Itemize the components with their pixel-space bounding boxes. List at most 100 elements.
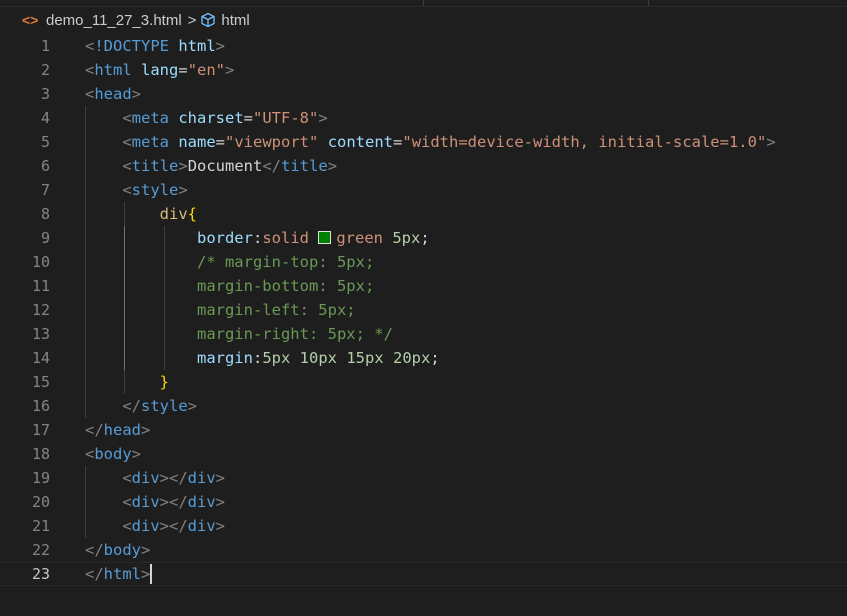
code-line[interactable]: 23 </html> <box>0 562 847 586</box>
code-text: <head> <box>85 82 141 106</box>
code-line[interactable]: 2 <html lang="en"> <box>0 58 847 82</box>
symbol-element-icon[interactable] <box>200 11 218 29</box>
indent-guide <box>85 178 86 202</box>
code-text: <div></div> <box>85 490 225 514</box>
code-line[interactable]: 13 margin-right: 5px; */ <box>0 322 847 346</box>
code-token: div <box>159 205 188 223</box>
code-token: content <box>327 133 394 151</box>
code-token: ></ <box>159 517 188 535</box>
code-text: <title>Document</title> <box>85 154 337 178</box>
code-line[interactable]: 3 <head> <box>0 82 847 106</box>
breadcrumb-file[interactable]: demo_11_27_3.html <box>46 12 182 29</box>
line-number: 15 <box>31 373 50 391</box>
code-line[interactable]: 5 <meta name="viewport" content="width=d… <box>0 130 847 154</box>
code-token: </ <box>85 565 104 583</box>
code-token: </ <box>262 157 282 175</box>
indent-guide <box>124 226 126 250</box>
code-token: meta <box>131 109 169 127</box>
code-line[interactable]: 4 <meta charset="UTF-8"> <box>0 106 847 130</box>
code-text: margin-left: 5px; <box>85 298 356 322</box>
code-line[interactable]: 20 <div></div> <box>0 490 847 514</box>
line-number: 5 <box>40 133 50 151</box>
code-token: html <box>178 37 216 55</box>
code-token: "UTF-8" <box>253 109 319 127</box>
code-token: < <box>122 157 132 175</box>
code-token: "viewport" <box>225 133 319 151</box>
code-token: > <box>766 133 776 151</box>
code-token: > <box>215 469 226 487</box>
code-line[interactable]: 12 margin-left: 5px; <box>0 298 847 322</box>
code-token: "en" <box>187 61 226 79</box>
code-token: 5px <box>392 229 421 247</box>
code-line[interactable]: 19 <div></div> <box>0 466 847 490</box>
code-token: ></ <box>159 469 188 487</box>
code-token: 5px <box>262 349 291 367</box>
code-token: = <box>215 133 226 151</box>
code-token: /* margin-top: 5px; <box>196 253 375 271</box>
code-token: margin-right: 5px; */ <box>196 325 393 343</box>
code-line[interactable]: 22 </body> <box>0 538 847 562</box>
code-token: > <box>215 37 226 55</box>
indent-guide <box>163 250 165 274</box>
code-line[interactable]: 10 /* margin-top: 5px; <box>0 250 847 274</box>
code-line[interactable]: 16 </style> <box>0 394 847 418</box>
code-line[interactable]: 11 margin-bottom: 5px; <box>0 274 847 298</box>
code-line[interactable]: 1 <!DOCTYPE html> <box>0 34 847 58</box>
text-cursor <box>150 564 153 584</box>
code-line[interactable]: 9 border:solid green 5px; <box>0 226 847 250</box>
code-text: <div></div> <box>85 466 225 490</box>
line-number: 10 <box>31 253 50 271</box>
code-token: < <box>122 469 132 487</box>
code-line[interactable]: 21 <div></div> <box>0 514 847 538</box>
code-text: margin:5px 10px 15px 20px; <box>85 346 440 370</box>
file-code-icon[interactable]: <> <box>22 12 38 28</box>
code-text: } <box>85 370 169 394</box>
code-line[interactable]: 14 margin:5px 10px 15px 20px; <box>0 346 847 370</box>
code-line[interactable]: 7 <style> <box>0 178 847 202</box>
line-number: 1 <box>40 37 50 55</box>
code-line[interactable]: 15 } <box>0 370 847 394</box>
code-token: = <box>243 109 254 127</box>
indent-guide <box>163 298 165 322</box>
code-token: > <box>178 181 188 199</box>
code-text: border:solid green 5px; <box>85 226 430 250</box>
code-token: 20px <box>393 349 431 367</box>
line-number: 14 <box>31 349 50 367</box>
code-token: !DOCTYPE <box>94 37 169 55</box>
code-token: < <box>85 61 95 79</box>
line-number: 16 <box>31 397 50 415</box>
indent-guide <box>85 370 86 394</box>
code-token: > <box>327 157 338 175</box>
indent-guide <box>85 226 86 250</box>
code-token: meta <box>131 133 169 151</box>
code-text: <div></div> <box>85 514 225 538</box>
indent-guide <box>124 346 126 370</box>
code-line[interactable]: 18 <body> <box>0 442 847 466</box>
code-token: < <box>122 493 132 511</box>
breadcrumb-symbol[interactable]: html <box>221 12 249 29</box>
breadcrumb-separator: > <box>187 11 197 29</box>
indent-guide <box>85 394 86 418</box>
color-swatch[interactable] <box>318 231 332 244</box>
indent-guide <box>163 226 165 250</box>
code-token: solid <box>262 229 319 247</box>
code-editor[interactable]: 1 <!DOCTYPE html> 2 <html lang="en"> 3 <head>… <box>0 34 847 616</box>
code-token: div <box>187 493 216 511</box>
code-token: head <box>103 421 141 439</box>
indent-guide <box>85 490 86 514</box>
code-line[interactable]: 6 <title>Document</title> <box>0 154 847 178</box>
code-line[interactable]: 17 </head> <box>0 418 847 442</box>
code-token: < <box>85 85 95 103</box>
code-text: </body> <box>85 538 150 562</box>
code-line[interactable]: 8 div{ <box>0 202 847 226</box>
